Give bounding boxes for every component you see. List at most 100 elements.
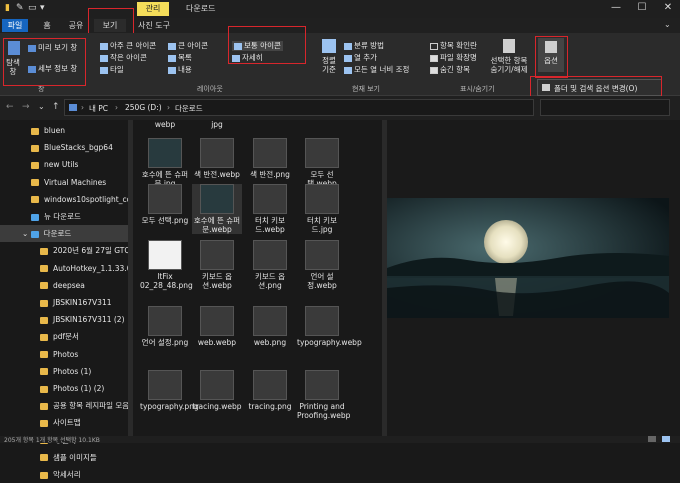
nav-item[interactable]: Photos (1) (2) <box>0 380 133 397</box>
recent-locations-icon[interactable]: ⌄ <box>38 102 45 111</box>
file-item[interactable]: 호수에 뜬 슈퍼문.jpg <box>140 138 190 188</box>
highlight-medium-icons <box>228 26 306 64</box>
file-item[interactable]: typography.webp <box>297 306 362 347</box>
nav-item[interactable]: BlueStacks_bgp64 <box>0 139 133 156</box>
group-by-button[interactable]: 분류 방법 <box>344 41 384 51</box>
tiles-option[interactable]: 타일 <box>100 65 124 75</box>
add-columns-button[interactable]: 열 추가 <box>344 53 377 63</box>
checkbox-checked-icon[interactable] <box>430 66 438 74</box>
content-option[interactable]: 내용 <box>168 65 192 75</box>
maximize-button[interactable]: ☐ <box>630 2 654 16</box>
nav-item[interactable]: 사이트맵 <box>0 414 133 431</box>
file-item[interactable]: web.webp <box>192 306 242 347</box>
nav-item[interactable]: 공용 항목 레지파일 모음 <box>0 397 133 414</box>
list-option[interactable]: 목록 <box>168 53 192 63</box>
file-item[interactable]: 호수에 뜬 슈퍼문.webp <box>192 184 242 234</box>
breadcrumb-separator: › <box>115 103 118 112</box>
folder-icon <box>40 282 48 290</box>
file-item[interactable]: Printing and Proofing.webp <box>297 370 350 420</box>
tab-home[interactable]: 홈 <box>36 19 58 32</box>
nav-item[interactable]: 뉴 다운로드 <box>0 208 133 225</box>
file-item[interactable]: 키보드 옵션.webp <box>192 240 242 290</box>
nav-item[interactable]: AutoHotkey_1.1.33.09 <box>0 260 133 277</box>
nav-item[interactable]: deepsea <box>0 277 133 294</box>
large-icons-view-icon[interactable] <box>662 436 670 442</box>
file-item[interactable]: 언어 설정.png <box>140 306 190 347</box>
large-icons-option[interactable]: 큰 아이콘 <box>168 41 208 51</box>
file-item[interactable]: 키보드 옵션.png <box>245 240 295 290</box>
file-extensions-toggle[interactable]: 파일 확장명 <box>430 53 477 63</box>
nav-item-label: JBSKIN167V311 (2) <box>53 315 125 325</box>
ribbon-collapse-icon[interactable]: ⌄ <box>664 20 671 29</box>
file-name: 언어 설정.webp <box>307 272 337 290</box>
file-item[interactable]: 모두 선택.png <box>140 184 190 225</box>
nav-scrollbar[interactable] <box>128 120 133 436</box>
file-item[interactable]: 터치 키보드.webp <box>245 184 295 234</box>
extra-large-icons-option[interactable]: 아주 큰 아이콘 <box>100 41 156 51</box>
nav-item[interactable]: windows10spotlight_com <box>0 191 133 208</box>
nav-item[interactable]: bluen <box>0 122 133 139</box>
forward-icon[interactable]: → <box>22 102 30 112</box>
file-item[interactable]: web.png <box>245 306 295 347</box>
nav-item[interactable]: pdf문서 <box>0 328 133 345</box>
nav-item[interactable]: JBSKIN167V311 (2) <box>0 311 133 328</box>
file-thumbnail <box>200 184 234 214</box>
expand-chevron-icon[interactable]: ⌄ <box>22 229 31 238</box>
details-view-icon[interactable] <box>648 436 656 442</box>
nav-item[interactable]: 샘플 이미지들 <box>0 449 133 466</box>
manage-contextual-tab[interactable]: 관리 <box>137 2 169 16</box>
checkbox-checked-icon[interactable] <box>430 54 438 62</box>
nav-item[interactable]: Virtual Machines <box>0 174 133 191</box>
size-all-columns-button[interactable]: 모든 열 너비 조정 <box>344 65 409 75</box>
search-input[interactable] <box>540 99 670 116</box>
tab-picture-tools[interactable]: 사진 도구 <box>134 19 174 32</box>
file-item[interactable]: jpg <box>192 120 242 129</box>
nav-item[interactable]: Photos <box>0 346 133 363</box>
sort-by-button[interactable]: 정렬 기준 <box>318 56 340 74</box>
address-bar[interactable]: › 내 PC › 250G (D:) › 다운로드 <box>64 99 534 116</box>
highlight-panes-group <box>3 38 86 86</box>
close-button[interactable]: ✕ <box>656 2 680 16</box>
file-item[interactable]: 언어 설정.webp <box>297 240 347 290</box>
nav-item[interactable]: JBSKIN167V311 <box>0 294 133 311</box>
checkbox-unchecked-icon[interactable] <box>430 42 438 50</box>
file-item[interactable]: 색 반전.png <box>245 138 295 179</box>
properties-icon[interactable]: ✎ <box>16 3 24 13</box>
new-folder-icon[interactable]: ▭ <box>28 3 37 13</box>
file-item[interactable]: 터치 키보드.jpg <box>297 184 347 234</box>
file-item[interactable]: webp <box>140 120 190 129</box>
file-thumbnail <box>253 184 287 214</box>
add-columns-icon <box>344 54 352 62</box>
back-icon[interactable]: ← <box>6 102 14 112</box>
small-icons-option[interactable]: 작은 아이콘 <box>100 53 147 63</box>
item-checkboxes-toggle[interactable]: 항목 확인란 <box>430 41 477 51</box>
tab-file[interactable]: 파일 <box>2 19 28 32</box>
file-item[interactable]: tracing.webp <box>192 370 242 411</box>
hidden-items-toggle[interactable]: 숨긴 항목 <box>430 65 470 75</box>
file-item[interactable]: 모두 선택.webp <box>297 138 347 188</box>
nav-item[interactable]: ⌄ 다운로드 <box>0 225 133 243</box>
file-item[interactable]: ltFix 02_28_48.png <box>140 240 193 290</box>
hide-selected-button[interactable]: 선택한 항목 숨기기/해제 <box>486 56 532 74</box>
breadcrumb-downloads[interactable]: 다운로드 <box>175 103 203 114</box>
file-thumbnail <box>305 370 339 400</box>
file-item[interactable]: tracing.png <box>245 370 295 411</box>
file-thumbnail <box>148 240 182 270</box>
nav-item[interactable]: 2020년 6월 27일 GTQ/3 <box>0 242 133 259</box>
breadcrumb-drive[interactable]: 250G (D:) <box>125 103 162 112</box>
file-thumbnail <box>253 306 287 336</box>
hidden-items-label: 숨긴 항목 <box>440 65 470 74</box>
file-item[interactable]: 색 반전.webp <box>192 138 242 179</box>
folder-icon <box>40 454 48 462</box>
breadcrumb-this-pc[interactable]: 내 PC <box>89 103 108 114</box>
minimize-button[interactable]: — <box>604 2 628 16</box>
up-icon[interactable]: ↑ <box>52 102 60 112</box>
nav-item[interactable]: 악세서리 <box>0 466 133 483</box>
file-item[interactable]: typography.png <box>140 370 199 411</box>
nav-item-label: Photos <box>53 349 79 359</box>
customize-toolbar-icon[interactable]: ▾ <box>40 3 45 13</box>
tab-share[interactable]: 공유 <box>62 19 90 32</box>
nav-item[interactable]: Photos (1) <box>0 363 133 380</box>
nav-item[interactable]: new Utils <box>0 156 133 173</box>
content-icon <box>168 66 176 74</box>
